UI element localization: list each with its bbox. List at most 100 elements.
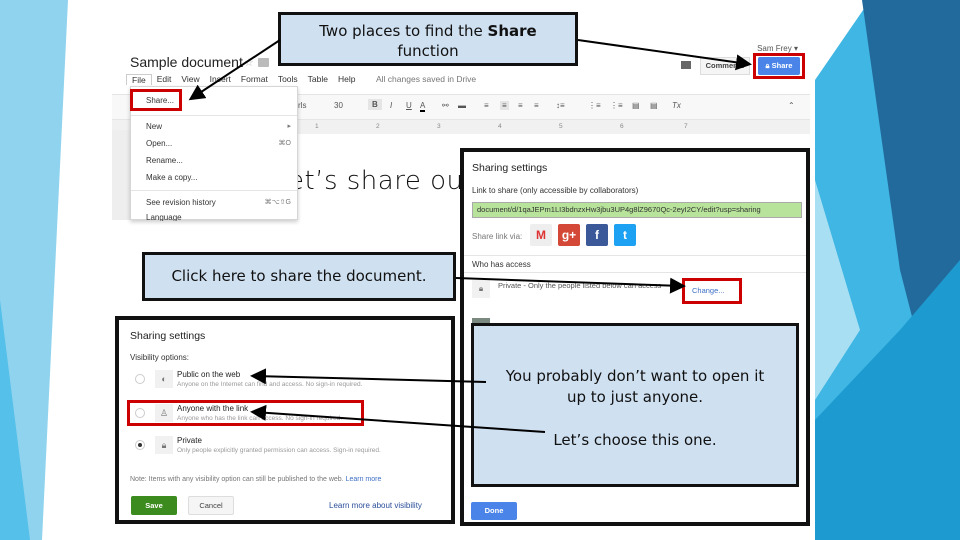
callout-line: up to just anyone. — [566, 388, 704, 406]
menu-format[interactable]: Format — [236, 74, 273, 85]
document-body-text[interactable]: et’s share ou — [288, 166, 464, 196]
visibility-options-label: Visibility options: — [130, 353, 189, 362]
align-right-icon[interactable]: ≡ — [518, 101, 523, 110]
comments-button[interactable]: Comments — [700, 57, 750, 75]
ruler-mark: 7 — [684, 123, 688, 130]
clear-formatting-icon[interactable]: Tx — [672, 101, 681, 110]
callout-visibility-advice: You probably don’t want to open it up to… — [471, 323, 799, 487]
option-title[interactable]: Public on the web — [177, 370, 240, 379]
menu-divider — [131, 115, 297, 116]
bulleted-list-icon[interactable]: ⋮≡ — [610, 101, 623, 110]
callout-line: function — [397, 42, 459, 60]
learn-more-visibility-link[interactable]: Learn more about visibility — [329, 501, 422, 510]
user-account[interactable]: Sam Frey ▾ — [757, 44, 798, 53]
menu-item-new[interactable]: New — [146, 122, 162, 131]
folder-icon[interactable] — [258, 58, 269, 67]
anyone-with-link-highlight — [127, 400, 364, 426]
document-margin — [112, 130, 130, 220]
link-label: Link to share (only accessible by collab… — [472, 186, 639, 195]
text-color-button[interactable]: A — [420, 101, 426, 112]
google-plus-icon[interactable]: g+ — [558, 224, 580, 246]
visibility-note: Note: Items with any visibility option c… — [130, 476, 381, 483]
callout-two-places: Two places to find the Share function — [278, 12, 578, 66]
italic-button[interactable]: I — [390, 101, 392, 110]
bold-button[interactable]: B — [368, 99, 382, 110]
who-has-access-label: Who has access — [472, 260, 531, 269]
share-button-highlight — [753, 53, 805, 79]
option-title[interactable]: Private — [177, 436, 202, 445]
facebook-icon[interactable]: f — [586, 224, 608, 246]
note-text: Note: Items with any visibility option c… — [130, 476, 344, 483]
twitter-icon[interactable]: t — [614, 224, 636, 246]
menu-item-revision-history[interactable]: See revision history — [146, 198, 216, 207]
change-link-highlight — [682, 278, 742, 304]
dialog-title: Sharing settings — [472, 162, 548, 174]
align-left-icon[interactable]: ≡ — [484, 101, 489, 110]
learn-more-link[interactable]: Learn more — [346, 476, 382, 483]
font-size-select[interactable]: 30 — [334, 101, 343, 110]
menu-help[interactable]: Help — [333, 74, 360, 85]
menu-shortcut: ⌘O — [278, 140, 291, 147]
share-menu-highlight — [130, 89, 182, 111]
globe-icon: ◐ — [155, 370, 173, 388]
gmail-icon[interactable]: M — [530, 224, 552, 246]
document-title[interactable]: Sample document — [130, 54, 243, 70]
menu-tools[interactable]: Tools — [273, 74, 303, 85]
radio-private[interactable] — [135, 440, 145, 450]
section-divider — [464, 255, 806, 256]
menu-table[interactable]: Table — [303, 74, 333, 85]
callout-bold-text: Share — [487, 22, 537, 40]
callout-line: Let’s choose this one. — [553, 431, 717, 449]
share-link-input[interactable]: document/d/1qaJEPm1LI3bdnzxHw3jbu3UP4g8l… — [472, 202, 802, 218]
save-status: All changes saved in Drive — [376, 74, 477, 84]
align-center-icon[interactable]: ≡ — [500, 101, 509, 110]
ruler-mark: 6 — [620, 123, 624, 130]
done-button[interactable]: Done — [471, 502, 517, 520]
menu-item-open[interactable]: Open... — [146, 139, 172, 148]
callout-line: You probably don’t want to open it — [505, 367, 765, 385]
radio-public-web[interactable] — [135, 374, 145, 384]
link-icon[interactable]: ⚯ — [442, 101, 449, 110]
justify-icon[interactable]: ≡ — [534, 101, 539, 110]
menu-insert[interactable]: Insert — [205, 74, 236, 85]
callout-text: Two places to find the — [319, 22, 488, 40]
menu-item-make-copy[interactable]: Make a copy... — [146, 173, 197, 182]
comment-icon[interactable] — [678, 58, 694, 74]
visibility-settings-dialog: Sharing settings Visibility options: ◐ P… — [115, 316, 455, 524]
menu-file[interactable]: File — [126, 74, 152, 85]
ruler-mark: 4 — [498, 123, 502, 130]
share-via-label: Share link via: — [472, 232, 523, 241]
lock-icon: 🔒︎ — [472, 280, 490, 298]
underline-button[interactable]: U — [406, 101, 412, 110]
callout-line: Two places to find the Share — [281, 21, 575, 41]
menu-item-language[interactable]: Language — [146, 213, 182, 221]
callout-click-here: Click here to share the document. — [142, 252, 456, 301]
cancel-button[interactable]: Cancel — [188, 496, 234, 515]
menu-bar: File Edit View Insert Format Tools Table… — [126, 74, 360, 85]
menu-item-rename[interactable]: Rename... — [146, 156, 183, 165]
menu-edit[interactable]: Edit — [152, 74, 177, 85]
save-button[interactable]: Save — [131, 496, 177, 515]
option-description: Only people explicitly granted permissio… — [177, 447, 381, 454]
ruler-mark: 3 — [437, 123, 441, 130]
menu-view[interactable]: View — [176, 74, 204, 85]
line-spacing-icon[interactable]: ↕≡ — [556, 101, 565, 110]
ruler-mark: 5 — [559, 123, 563, 130]
lock-icon: 🔒︎ — [155, 436, 173, 454]
decrease-indent-icon[interactable]: ▤ — [632, 101, 640, 110]
numbered-list-icon[interactable]: ⋮≡ — [588, 101, 601, 110]
submenu-arrow-icon: ▸ — [287, 123, 291, 130]
dialog-title: Sharing settings — [130, 330, 206, 342]
comment-insert-icon[interactable]: ▬ — [458, 101, 466, 110]
option-description: Anyone on the Internet can find and acce… — [177, 381, 363, 388]
menu-divider — [131, 190, 297, 191]
menu-shortcut: ⌘⌥⇧G — [264, 199, 291, 206]
star-icon[interactable]: ☆ — [244, 56, 254, 69]
slide: Sample document ☆ File Edit View Insert … — [0, 0, 960, 540]
collapse-icon[interactable]: ⌃ — [788, 101, 795, 110]
section-divider — [464, 272, 806, 273]
increase-indent-icon[interactable]: ▤ — [650, 101, 658, 110]
private-description: Private - Only the people listed below c… — [498, 281, 662, 290]
ruler-mark: 1 — [315, 123, 319, 130]
ruler-mark: 2 — [376, 123, 380, 130]
